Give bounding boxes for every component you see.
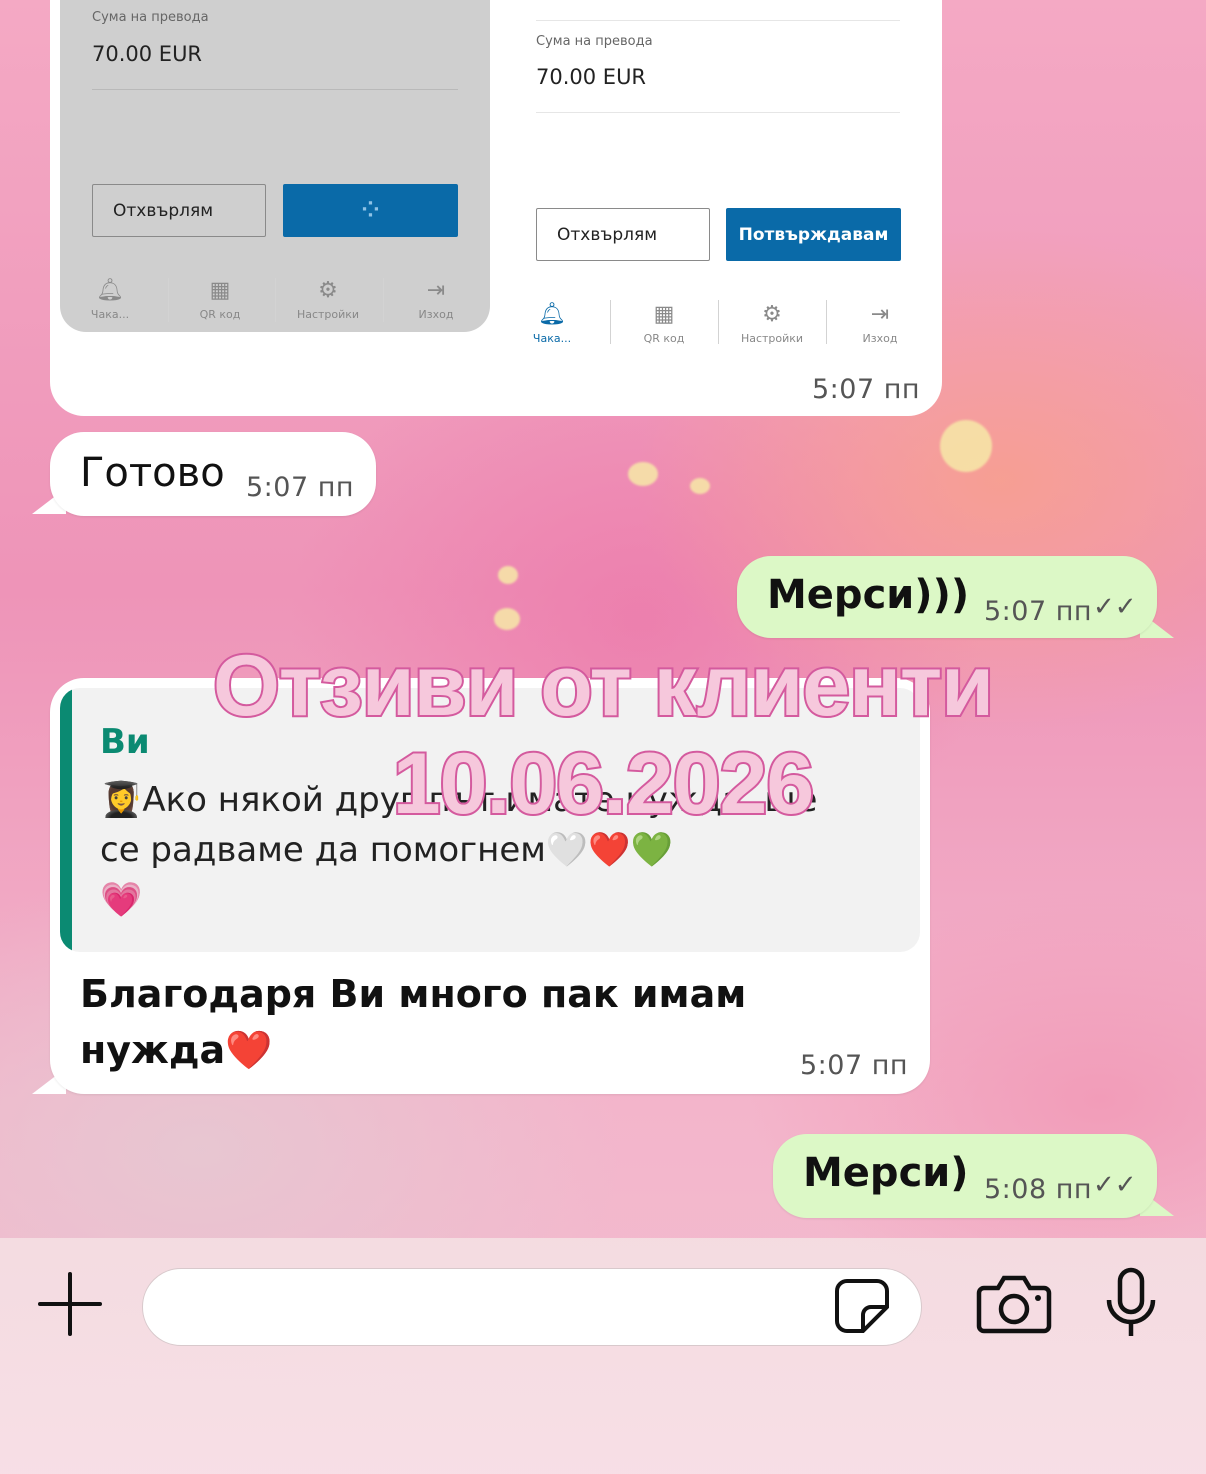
sparkle-decoration	[628, 462, 658, 486]
incoming-message-bubble[interactable]: Готово 5:07 пп	[50, 432, 376, 516]
nav-logout: ⇥ Изход	[386, 278, 486, 321]
message-time: 5:08 пп	[984, 1174, 1093, 1205]
field-underline	[536, 112, 900, 113]
confirm-loading-button: ⁘	[283, 184, 458, 237]
attach-plus-icon[interactable]	[38, 1272, 102, 1336]
camera-icon[interactable]	[976, 1274, 1052, 1334]
field-underline	[536, 20, 900, 21]
nav-divider	[383, 278, 384, 322]
cancel-button: Отхвърлям	[536, 208, 710, 261]
message-text-input[interactable]	[173, 1287, 817, 1329]
nav-qr: ▦ QR код	[614, 302, 714, 345]
nav-pending: 🔔︎ Чака...	[60, 278, 160, 321]
nav-divider	[610, 300, 611, 344]
amount-value: 70.00 EUR	[536, 65, 647, 89]
logout-icon: ⇥	[870, 302, 890, 327]
message-time: 5:07 пп	[812, 374, 921, 405]
screenshot-left-panel: Сума на превода 70.00 EUR Отхвърлям ⁘ 🔔︎…	[60, 0, 490, 332]
sticker-icon[interactable]	[833, 1277, 891, 1335]
outgoing-message-bubble[interactable]: Мерси) 5:08 пп ✓✓	[773, 1134, 1157, 1218]
message-text: Мерси)))	[767, 572, 970, 618]
message-time: 5:07 пп	[800, 1050, 909, 1081]
sparkle-decoration	[940, 420, 992, 472]
outgoing-message-bubble[interactable]: Мерси))) 5:07 пп ✓✓	[737, 556, 1157, 638]
pink-heart-emoji: 💗	[100, 880, 143, 920]
sparkle-decoration	[690, 478, 710, 494]
overlay-date: 10.06.2026	[391, 734, 816, 834]
double-check-icon: ✓✓	[1093, 1170, 1137, 1200]
sparkle-decoration	[494, 608, 520, 630]
gear-icon: ⚙	[318, 278, 338, 303]
bell-icon: 🔔︎	[538, 302, 566, 327]
nav-divider	[168, 278, 169, 322]
sparkle-decoration	[498, 566, 518, 584]
hearts-emoji: 🤍❤️💚	[545, 830, 673, 870]
quote-line-2: се радваме да помогнем🤍❤️💚	[100, 830, 673, 870]
nav-divider	[718, 300, 719, 344]
gear-icon: ⚙	[762, 302, 782, 327]
nav-qr: ▦ QR код	[170, 278, 270, 321]
nav-divider	[275, 278, 276, 322]
nav-pending-active: 🔔︎ Чака...	[502, 302, 602, 345]
logout-icon: ⇥	[426, 278, 446, 303]
nav-settings: ⚙ Настройки	[722, 302, 822, 345]
confirm-button: Потвърждавам	[726, 208, 901, 261]
microphone-icon[interactable]	[1104, 1266, 1158, 1342]
image-message-bubble[interactable]: Сума на превода 70.00 EUR Отхвърлям ⁘ 🔔︎…	[50, 0, 942, 416]
message-text: Готово	[80, 450, 225, 496]
bell-icon: 🔔︎	[96, 278, 124, 303]
qr-icon: ▦	[209, 278, 231, 303]
double-check-icon: ✓✓	[1093, 592, 1137, 622]
nav-settings: ⚙ Настройки	[278, 278, 378, 321]
message-time: 5:07 пп	[984, 596, 1093, 627]
nav-divider	[826, 300, 827, 344]
red-heart-emoji: ❤️	[225, 1028, 273, 1072]
message-input[interactable]	[142, 1268, 922, 1346]
amount-label: Сума на превода	[92, 10, 209, 25]
screenshot-right-panel: Сума на превода 70.00 EUR Отхвърлям Потв…	[533, 0, 906, 360]
message-text-line-1: Благодаря Ви много пак имам	[80, 972, 747, 1016]
amount-label: Сума на превода	[536, 34, 653, 49]
amount-value: 70.00 EUR	[92, 42, 203, 66]
overlay-title: Отзиви от клиенти	[211, 636, 996, 736]
message-composer	[0, 1238, 1206, 1474]
message-text: Мерси)	[803, 1150, 969, 1196]
field-underline	[92, 89, 458, 90]
cancel-button: Отхвърлям	[92, 184, 266, 237]
message-time: 5:07 пп	[246, 472, 355, 503]
qr-icon: ▦	[653, 302, 675, 327]
nav-logout: ⇥ Изход	[830, 302, 930, 345]
message-text-line-2: нужда❤️	[80, 1028, 273, 1072]
